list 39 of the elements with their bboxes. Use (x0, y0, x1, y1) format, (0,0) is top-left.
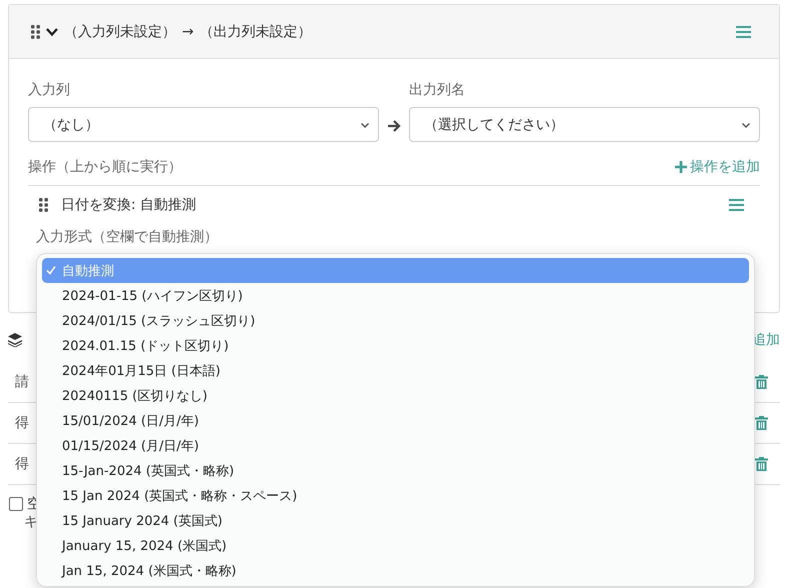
plus-icon (675, 161, 687, 173)
dropdown-option[interactable]: 15-Jan-2024 (英国式・略称) (42, 458, 749, 483)
row-label: 得 (15, 455, 29, 473)
trash-icon[interactable] (755, 374, 768, 390)
note-text: キ (24, 514, 38, 530)
row-label: 得 (15, 414, 29, 432)
arrow-right-icon (387, 119, 401, 133)
dropdown-option[interactable]: 2024-01-15 (ハイフン区切り) (42, 283, 749, 308)
output-column-title: （出力列未設定） (200, 22, 312, 40)
dropdown-option[interactable]: 2024年01月15日 (日本語) (42, 358, 749, 383)
chevron-down-icon[interactable] (46, 26, 58, 36)
dropdown-option[interactable]: 2024.01.15 (ドット区切り) (42, 333, 749, 358)
check-icon (46, 264, 56, 274)
dropdown-option[interactable]: 15 January 2024 (英国式) (42, 508, 749, 533)
input-column-select[interactable]: （なし） (28, 107, 379, 142)
menu-icon[interactable] (736, 26, 751, 38)
trash-icon[interactable] (755, 416, 768, 430)
dropdown-option[interactable]: 20240115 (区切りなし) (42, 383, 749, 408)
field-label: 出力列名 (409, 81, 466, 99)
section-label: 操作（上から順に実行） (28, 158, 182, 176)
row-label: 請 (15, 373, 29, 391)
drag-handle-icon[interactable] (31, 24, 40, 38)
operation-title: 日付を変換: 自動推測 (61, 196, 198, 214)
output-column-select[interactable]: （選択してください） (409, 107, 760, 142)
dropdown-option[interactable]: Jan 15, 2024 (米国式・略称) (42, 558, 749, 583)
dropdown-option[interactable]: 15/01/2024 (日/月/年) (42, 408, 749, 433)
field-label: 入力列 (28, 81, 71, 99)
arrow-text: → (182, 24, 194, 40)
dropdown-option[interactable]: 01/15/2024 (月/日/年) (42, 433, 749, 458)
dropdown-option[interactable]: January 15, 2024 (米国式) (42, 533, 749, 558)
drag-handle-icon[interactable] (39, 198, 48, 212)
field-label: 入力形式（空欄で自動推測） (36, 228, 219, 246)
trash-icon[interactable] (755, 456, 768, 472)
dropdown-option[interactable]: 15 Jan 2024 (英国式・略称・スペース) (42, 483, 749, 508)
menu-icon[interactable] (729, 199, 744, 211)
checkbox[interactable] (9, 497, 23, 511)
input-column-title: （入力列未設定） (64, 22, 176, 40)
layers-icon (8, 333, 22, 347)
dropdown-option[interactable]: 2024/01/15 (スラッシュ区切り) (42, 308, 749, 333)
